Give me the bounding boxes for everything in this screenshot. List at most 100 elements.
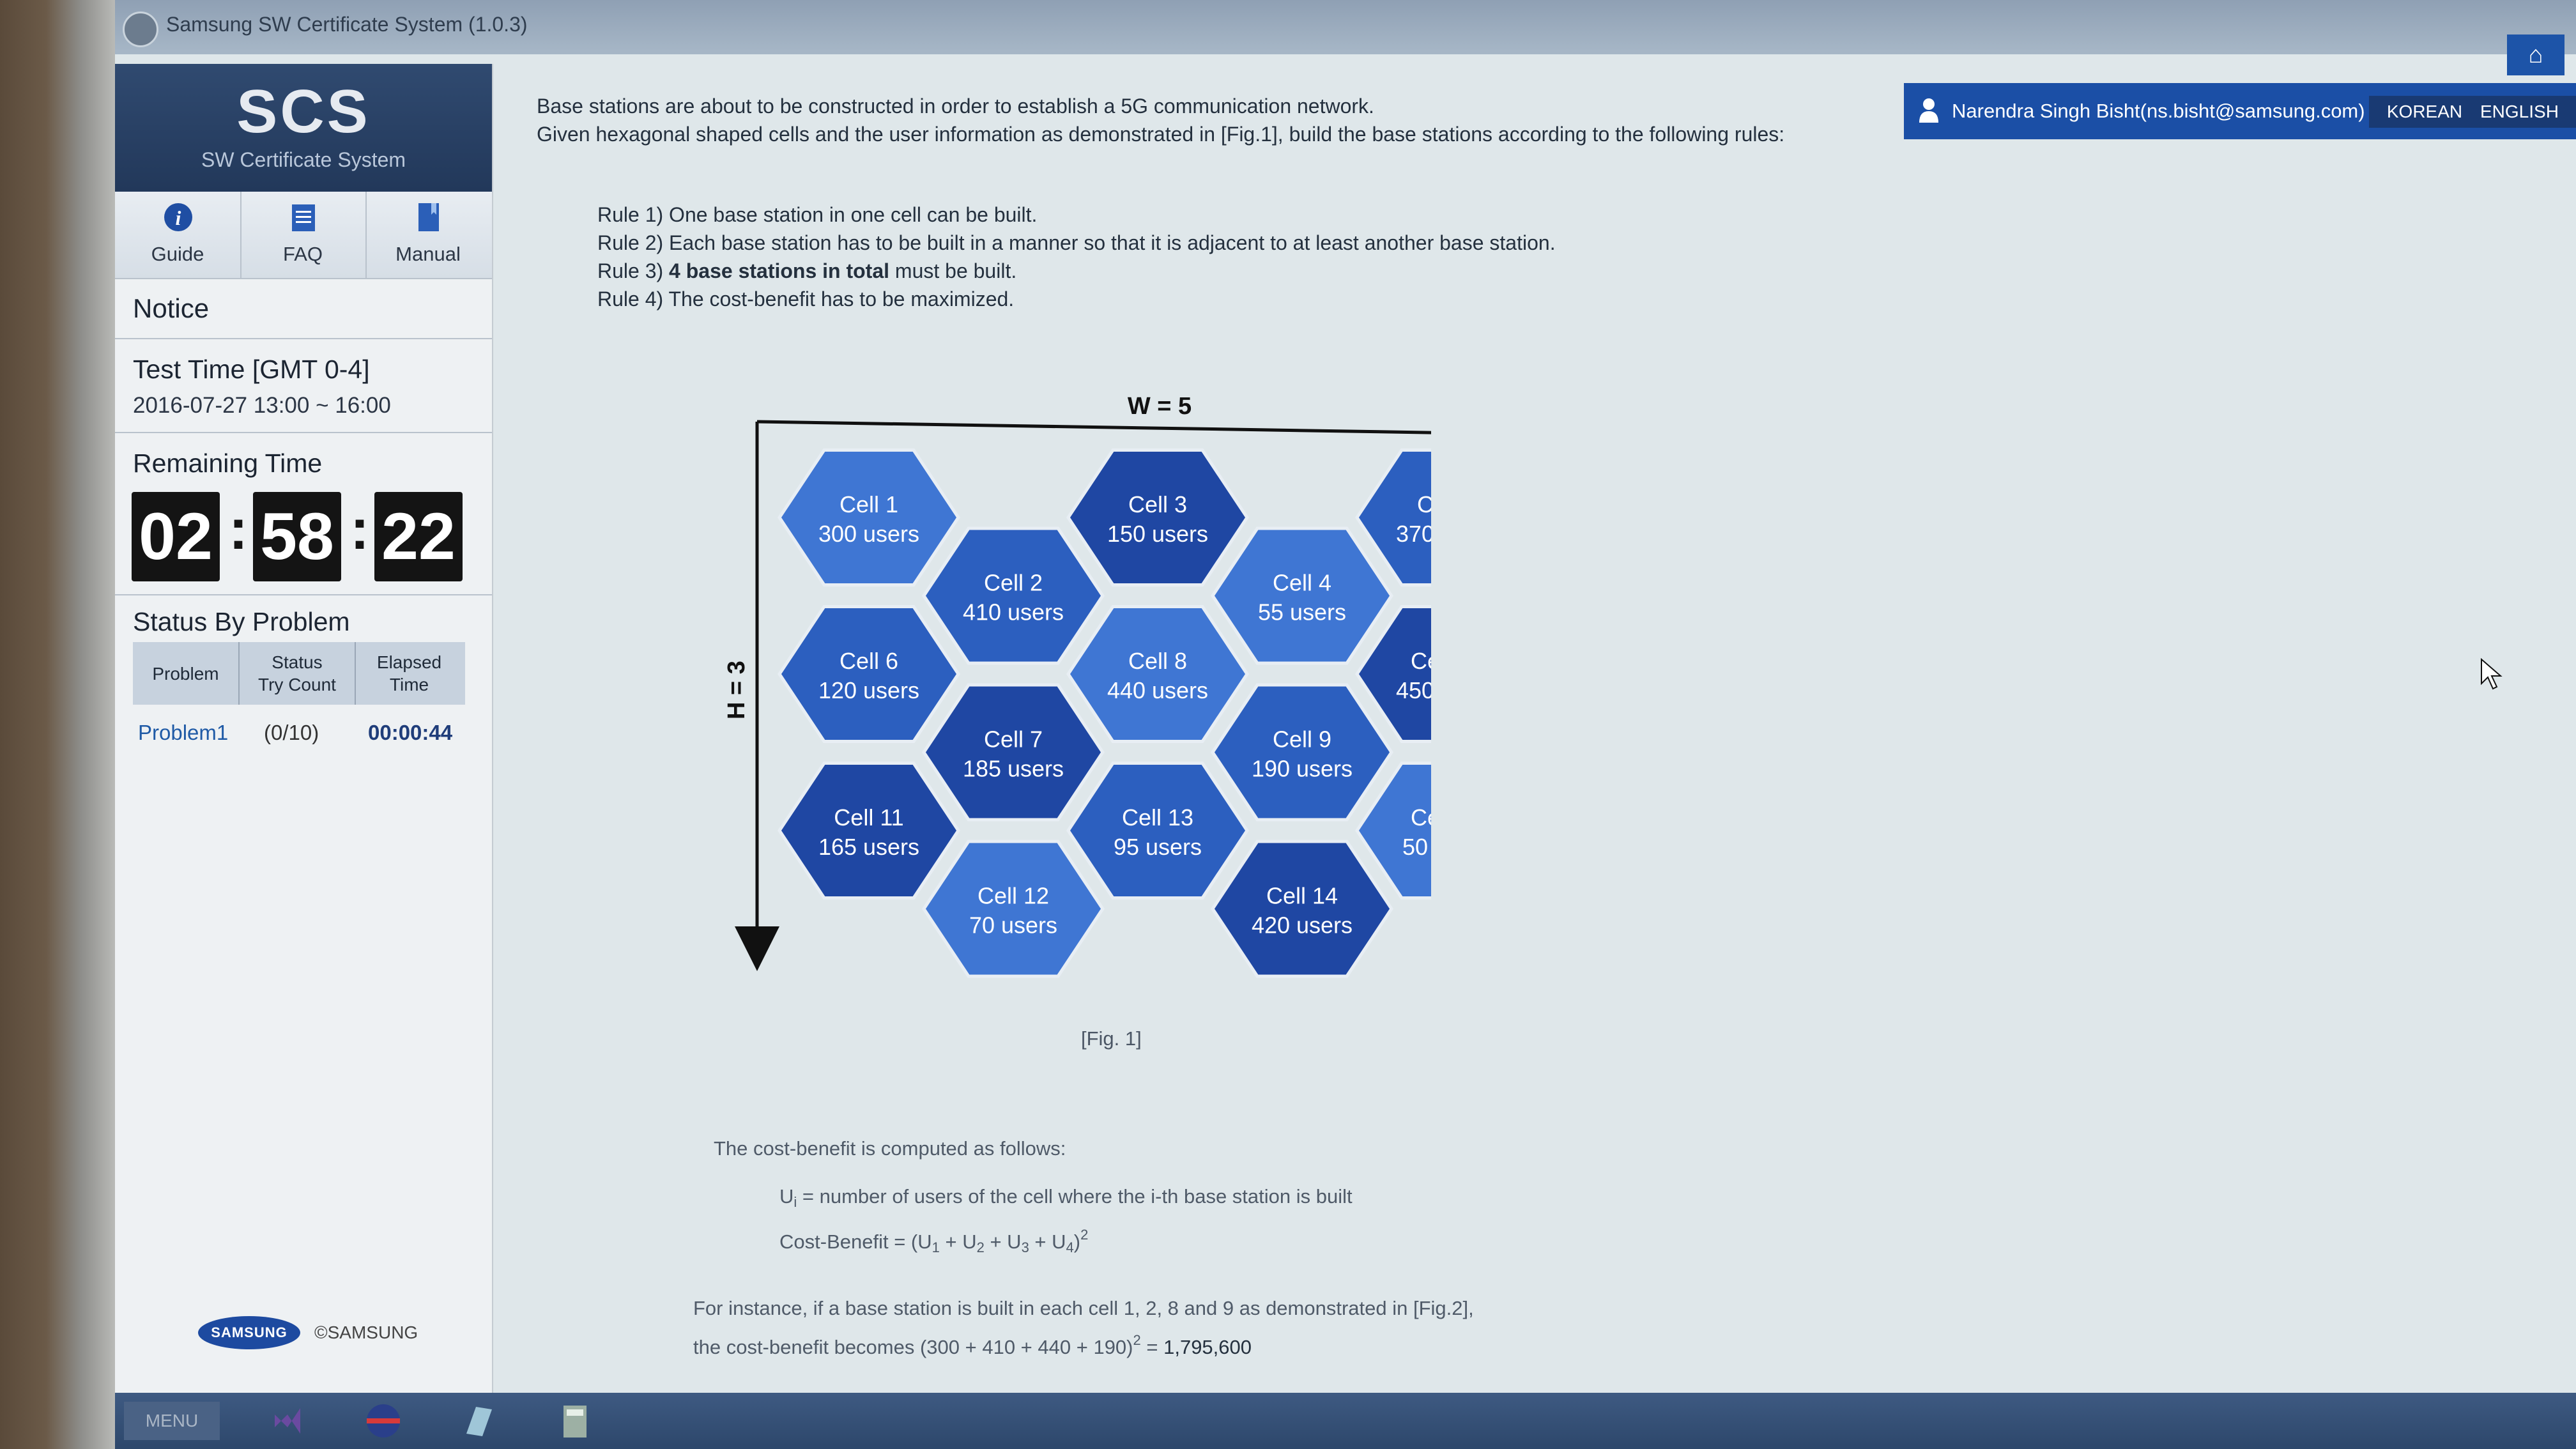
brand-header: SCS SW Certificate System	[115, 64, 492, 192]
cell-users-label: 150 users	[1107, 521, 1208, 547]
hex-shape	[1210, 526, 1394, 665]
app-screen: Samsung SW Certificate System (1.0.3) ⌂ …	[115, 0, 2576, 1449]
guide-label: Guide	[151, 243, 204, 265]
hex-cell-12: Cell 12 70 users	[921, 839, 1105, 978]
brand-name: SCS	[236, 77, 371, 146]
hex-cell-9: Cell 9 190 users	[1210, 683, 1394, 822]
cell-name-label: Cell 6	[839, 648, 898, 674]
cell-users-label: 450 users	[1396, 677, 1431, 703]
notepad-icon[interactable]	[460, 1402, 498, 1440]
info-icon: i	[164, 203, 192, 231]
home-icon: ⌂	[2528, 42, 2543, 68]
cell-users-label: 120 users	[818, 677, 919, 703]
example-line-2: the cost-benefit becomes (300 + 410 + 44…	[693, 1332, 1252, 1358]
globe-icon[interactable]	[364, 1402, 402, 1440]
hex-shape	[1210, 839, 1394, 978]
elapsed-time: 00:00:44	[368, 721, 453, 744]
width-label: W = 5	[1128, 393, 1192, 420]
header-try-count-label: Try Count	[258, 675, 336, 694]
cell-name-label: Cell 1	[839, 491, 898, 518]
cell-name-label: Cell 4	[1273, 570, 1331, 596]
cell-users-label: 440 users	[1107, 677, 1208, 703]
cell-users-label: 95 users	[1114, 834, 1202, 860]
cell-users-label: 410 users	[963, 599, 1064, 625]
calculator-icon[interactable]	[556, 1402, 594, 1440]
hex-shape	[921, 839, 1105, 978]
title-bar: Samsung SW Certificate System (1.0.3) ⌂	[115, 0, 2576, 75]
cell-name-label: Cell 7	[984, 726, 1043, 753]
header-elapsed-time: Elapsed Time	[353, 642, 465, 705]
hex-cell-14: Cell 14 420 users	[1210, 839, 1394, 978]
header-problem: Problem	[152, 663, 219, 684]
problem-link[interactable]: Problem1	[138, 721, 228, 745]
cell-users-label: 70 users	[969, 912, 1057, 939]
taskbar: MENU	[115, 1393, 2576, 1449]
hex-cell-11: Cell 11 165 users	[777, 762, 961, 900]
hex-cell-7: Cell 7 185 users	[921, 683, 1105, 822]
height-label: H = 3	[723, 661, 750, 719]
header-status: Status Try Count	[238, 642, 356, 705]
brand-subtitle: SW Certificate System	[201, 148, 406, 171]
visual-studio-icon[interactable]	[268, 1402, 307, 1440]
svg-text:i: i	[176, 206, 181, 229]
cell-name-label: Cell 2	[984, 570, 1043, 596]
hex-shape	[777, 448, 961, 586]
table-row[interactable]: Problem1 (0/10) 00:00:44	[133, 716, 465, 754]
header-status-label: Status	[272, 652, 323, 672]
formula-u-text: = number of users of the cell where the …	[802, 1185, 1353, 1208]
cell-name-label: Cell 5	[1417, 491, 1431, 518]
cell-users-label: 370 users	[1396, 521, 1431, 547]
notice-title: Notice	[133, 293, 210, 323]
hex-shape	[777, 762, 961, 900]
try-count: (0/10)	[264, 721, 319, 744]
app-logo-icon	[123, 12, 158, 47]
remaining-hours: 02	[132, 492, 220, 581]
sidebar: SCS SW Certificate System i Guide FAQ Ma…	[115, 64, 493, 1393]
cell-users-label: 165 users	[818, 834, 919, 860]
hex-shape	[1066, 605, 1250, 743]
hex-cell-figure: W = 5 H = 3 Cell 1 300 users Cell 2 410 use…	[723, 393, 1431, 978]
guide-button[interactable]: i Guide	[115, 192, 241, 278]
formula-cost-benefit: Cost-Benefit = (U1 + U2 + U3 + U4)2	[779, 1227, 1089, 1255]
hex-cell-2: Cell 2 410 users	[921, 526, 1105, 665]
test-time-panel: Test Time [GMT 0-4] 2016-07-27 13:00 ~ 1…	[115, 339, 492, 433]
figure-caption: [Fig. 1]	[1081, 1027, 1142, 1050]
monitor-bezel	[0, 0, 115, 1449]
cell-name-label: Cell 14	[1266, 883, 1338, 909]
menu-button[interactable]: MENU	[124, 1402, 220, 1440]
cell-users-label: 190 users	[1252, 756, 1353, 782]
hex-shape	[777, 605, 961, 743]
hex-cell-6: Cell 6 120 users	[777, 605, 961, 743]
remaining-seconds: 22	[374, 492, 463, 581]
remaining-time-title: Remaining Time	[133, 448, 323, 478]
cell-name-label: Cell 3	[1128, 491, 1187, 518]
test-time-title: Test Time [GMT 0-4]	[133, 355, 370, 384]
header-time-label: Time	[389, 675, 429, 694]
header-elapsed-label: Elapsed	[376, 652, 442, 672]
cell-users-label: 420 users	[1252, 912, 1353, 939]
hex-cell-8: Cell 8 440 users	[1066, 605, 1250, 743]
faq-button[interactable]: FAQ	[240, 192, 367, 278]
cell-name-label: Cell 11	[834, 804, 903, 831]
cell-name-label: Cell 15	[1411, 804, 1431, 831]
cell-name-label: Cell 8	[1128, 648, 1187, 674]
test-time-range: 2016-07-27 13:00 ~ 16:00	[133, 393, 391, 418]
manual-button[interactable]: Manual	[365, 192, 491, 278]
remaining-minutes: 58	[253, 492, 341, 581]
cost-intro: The cost-benefit is computed as follows:	[714, 1137, 1066, 1160]
home-button[interactable]: ⌂	[2507, 34, 2564, 75]
problem-content: Base stations are about to be constructe…	[537, 83, 2549, 1393]
hex-shape	[1066, 448, 1250, 586]
hex-cell-13: Cell 13 95 users	[1066, 762, 1250, 900]
samsung-logo: SAMSUNG	[198, 1316, 300, 1349]
faq-label: FAQ	[282, 243, 323, 265]
faq-icon	[292, 204, 315, 231]
width-axis-arrow	[756, 420, 1431, 434]
cell-users-label: 300 users	[818, 521, 919, 547]
notice-link[interactable]: Notice	[115, 279, 492, 339]
hex-cell-1: Cell 1 300 users	[777, 448, 961, 586]
status-table-header: Problem Status Try Count Elapsed Time	[133, 642, 465, 705]
cell-name-label: Cell 12	[977, 883, 1049, 909]
hex-shape	[921, 683, 1105, 822]
hex-shape	[1066, 762, 1250, 900]
